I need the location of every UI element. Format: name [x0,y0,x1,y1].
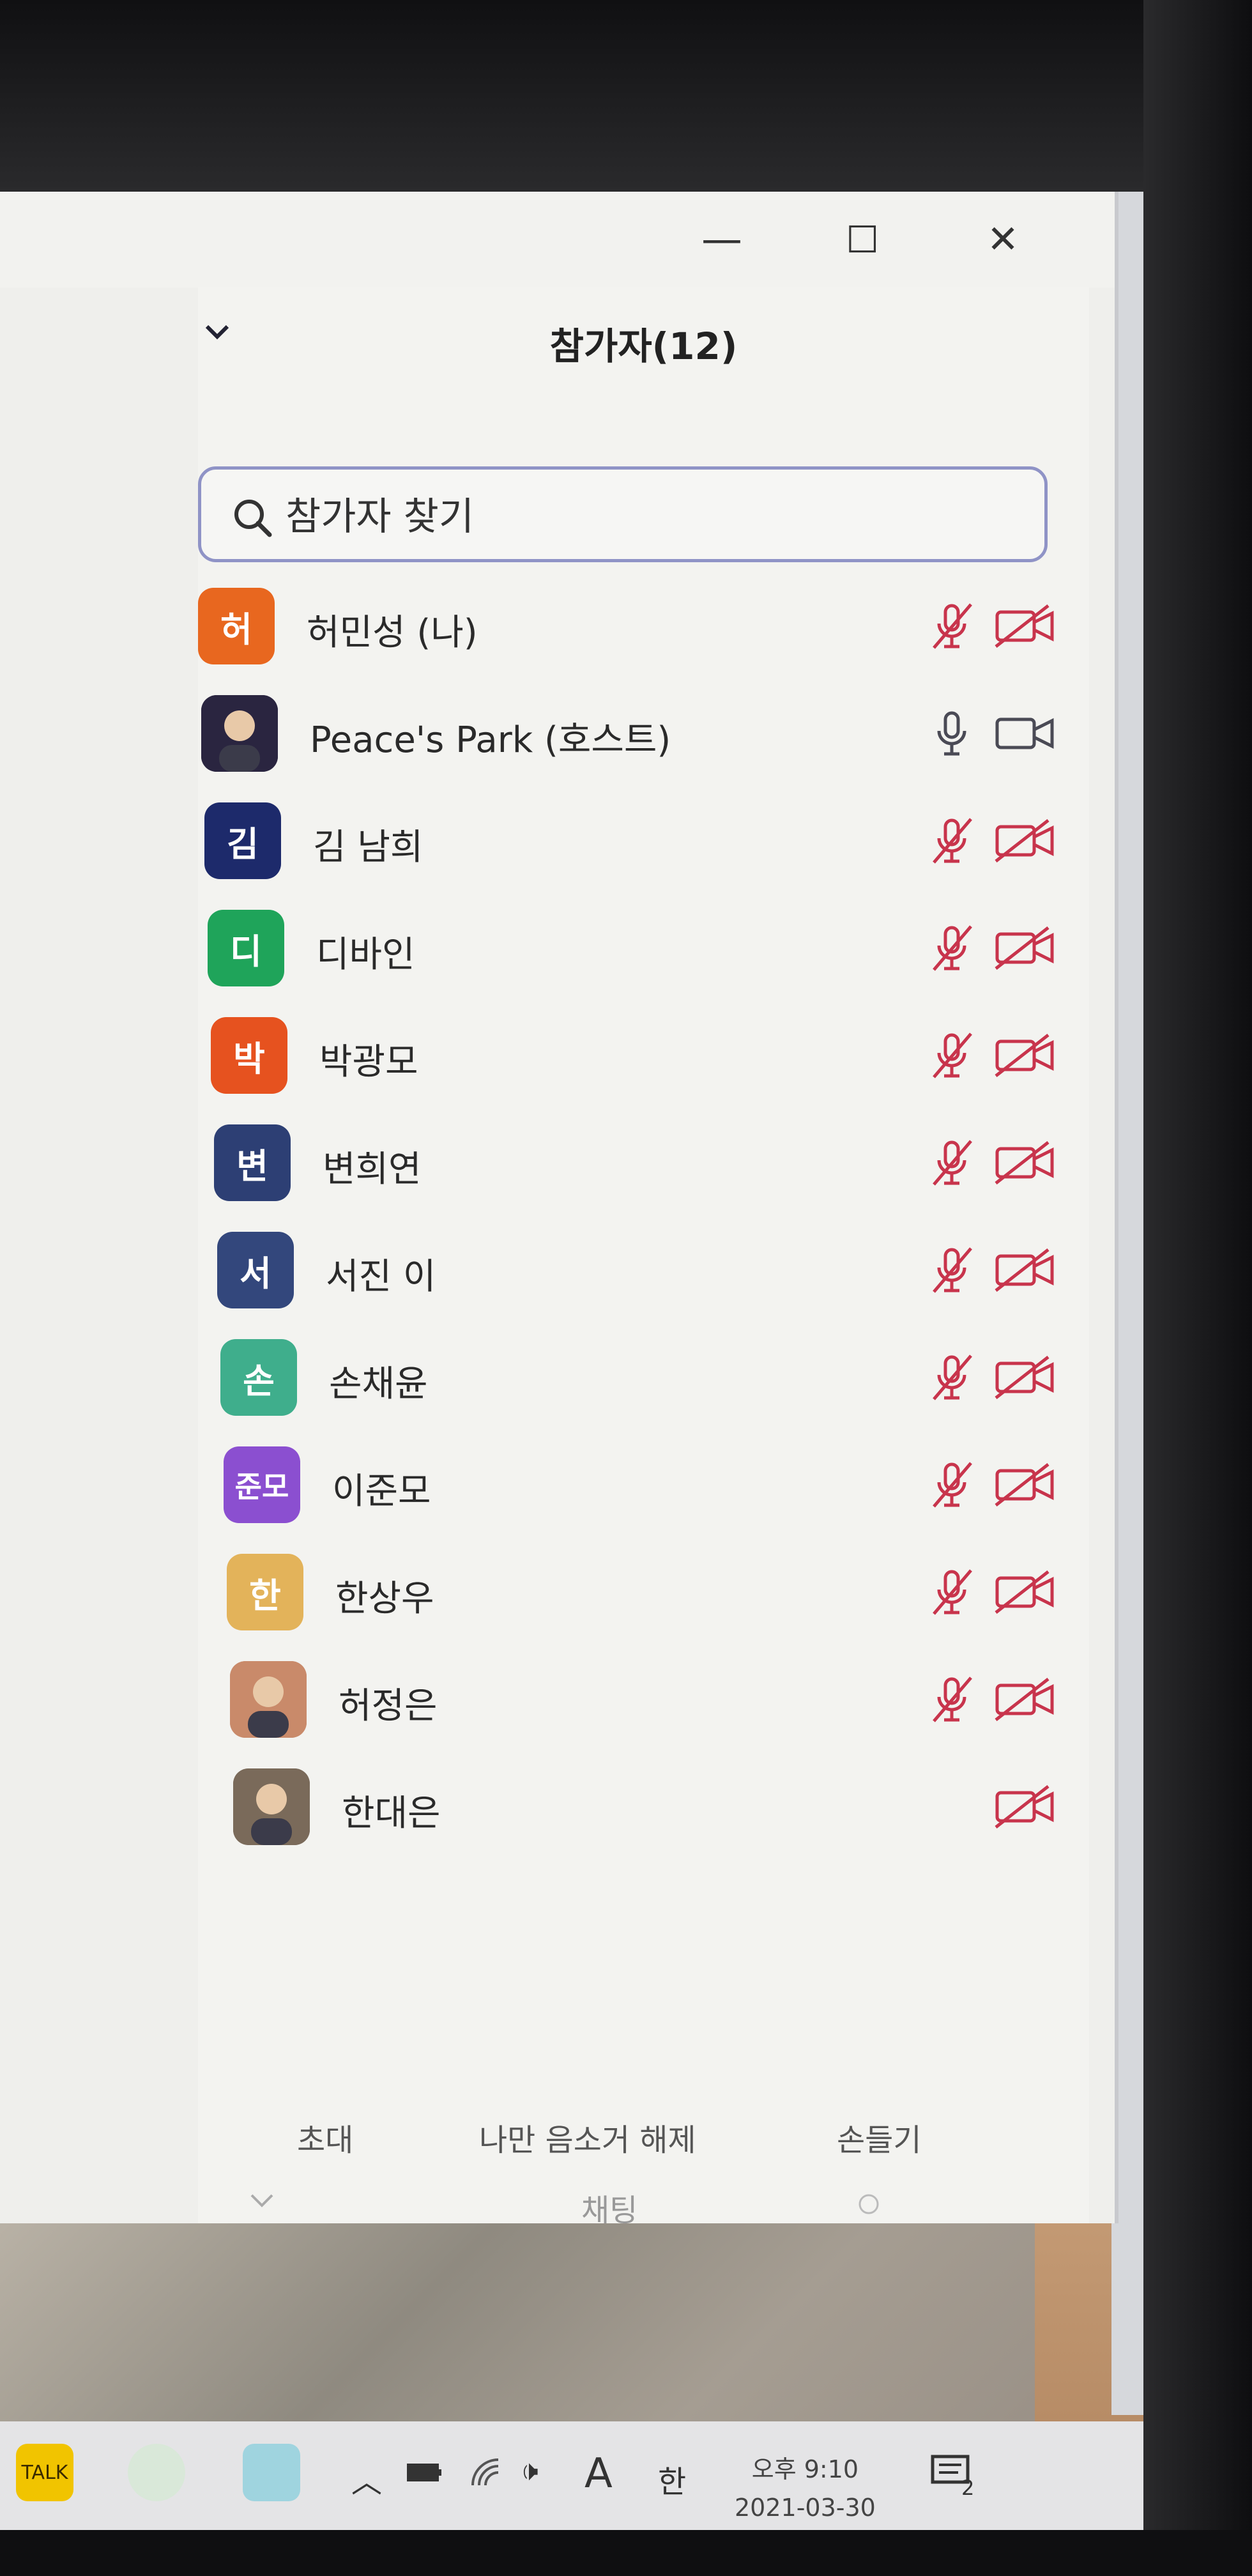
participant-row[interactable]: 허정은 [230,1652,1121,1747]
video-camera-off-icon[interactable] [993,1137,1057,1188]
panel-header: 참가자(12) [198,288,1089,368]
participant-name: 한상우 [335,1578,434,1620]
microphone-muted-icon[interactable] [926,1245,977,1296]
participant-name: 허민성 (나) [307,612,478,654]
participant-row[interactable]: 박 박광모 [211,1008,1102,1103]
battery-icon[interactable] [406,2460,444,2485]
clock[interactable]: 오후 9:10 2021-03-30 [735,2450,876,2527]
avatar [233,1768,310,1845]
avatar: 손 [220,1339,297,1416]
video-camera-off-icon[interactable] [993,1030,1057,1081]
video-camera-off-icon[interactable] [993,1674,1057,1725]
microphone-icon[interactable] [926,708,977,759]
monitor-bezel-right [1143,0,1252,2576]
video-camera-off-icon[interactable] [993,601,1057,652]
microphone-muted-icon[interactable] [926,923,977,974]
wifi-icon[interactable] [470,2457,505,2488]
desktop-wallpaper [0,2217,1054,2421]
video-camera-icon[interactable] [993,708,1057,759]
participant-name: 서진 이 [326,1256,436,1298]
participant-row[interactable]: 김 김 남희 [204,793,1096,889]
avatar [201,695,278,772]
search-box[interactable] [198,466,1048,562]
participant-row[interactable]: 서 서진 이 [217,1222,1108,1318]
more-icon[interactable] [856,2191,882,2217]
participant-name: Peace's Park (호스트) [310,719,671,761]
video-camera-off-icon[interactable] [993,1781,1057,1832]
participant-row[interactable]: 한대은 [233,1759,1124,1855]
minimize-button[interactable]: — [693,216,751,263]
participant-row[interactable]: 허 허민성 (나) [198,578,1089,674]
video-camera-off-icon[interactable] [993,1567,1057,1618]
taskbar: TALK ︿ 🕩 A 한 오후 9:10 2021-03-30 2 [0,2421,1143,2530]
participants-window: — ☐ ✕ 참가자(12) 허 허민성 (나) Peace's Park (호스트)… [0,192,1118,2228]
participant-name: 한대은 [342,1793,441,1834]
ime-language-indicator[interactable]: 한 [658,2457,686,2501]
clock-time: 오후 9:10 [751,2455,859,2483]
avatar: 변 [214,1124,291,1201]
participant-name: 허정은 [339,1685,438,1727]
microphone-muted-icon[interactable] [926,1567,977,1618]
avatar: 박 [211,1017,287,1094]
clock-date: 2021-03-30 [735,2494,876,2522]
search-input[interactable] [284,487,1021,546]
maximize-button[interactable]: ☐ [834,217,891,262]
participant-name: 이준모 [332,1471,431,1512]
participant-row[interactable]: 손 손채윤 [220,1330,1111,1425]
search-icon [234,500,272,537]
monitor-bezel-bottom [0,2530,1252,2576]
microphone-muted-icon[interactable] [926,1459,977,1510]
unmute-me-button[interactable]: 나만 음소거 해제 [479,2115,696,2159]
participant-row[interactable]: 준모 이준모 [224,1437,1115,1533]
avatar [230,1661,307,1738]
microphone-muted-icon[interactable] [926,1352,977,1403]
participants-panel: 참가자(12) 허 허민성 (나) Peace's Park (호스트) 김 김 남희디… [198,288,1092,2228]
participant-name: 박광모 [319,1041,418,1083]
avatar: 준모 [224,1446,300,1523]
app-icon[interactable] [243,2444,300,2501]
avatar: 디 [208,910,284,986]
panel-title: 참가자(12) [549,325,738,368]
chat-bar: 채팅 [198,2185,1089,2228]
participant-row[interactable]: 디 디바인 [208,900,1099,996]
avatar: 김 [204,802,281,879]
volume-icon[interactable]: 🕩 [521,2455,538,2487]
invite-button[interactable]: 초대 [297,2115,353,2159]
monitor-bezel-top [0,0,1252,192]
participant-row[interactable]: Peace's Park (호스트) [201,686,1092,781]
video-camera-off-icon[interactable] [993,1352,1057,1403]
title-bar: — ☐ ✕ [0,192,1115,288]
kakaotalk-icon[interactable]: TALK [16,2444,73,2501]
panel-footer: 초대 나만 음소거 해제 손들기 [198,2108,1089,2172]
notification-icon[interactable]: 2 [929,2453,975,2500]
avatar: 한 [227,1554,303,1630]
video-camera-off-icon[interactable] [993,1459,1057,1510]
microphone-muted-icon[interactable] [926,815,977,866]
participant-row[interactable]: 한 한상우 [227,1544,1118,1640]
chat-button[interactable]: 채팅 [581,2185,637,2230]
video-camera-off-icon[interactable] [993,1245,1057,1296]
microphone-muted-icon[interactable] [926,1137,977,1188]
close-button[interactable]: ✕ [974,217,1032,262]
notification-count: 2 [961,2476,975,2500]
avatar: 허 [198,588,275,664]
microphone-muted-icon[interactable] [926,601,977,652]
microphone-muted-icon[interactable] [926,1030,977,1081]
app-icon[interactable] [128,2444,185,2501]
chevron-down-icon[interactable] [249,2191,275,2211]
avatar: 서 [217,1232,294,1308]
participant-name: 김 남희 [313,827,424,868]
chevron-up-icon[interactable]: ︿ [351,2457,382,2501]
kakaotalk-label: TALK [21,2461,68,2484]
microphone-muted-icon[interactable] [926,1674,977,1725]
participant-name: 손채윤 [329,1363,428,1405]
video-camera-off-icon[interactable] [993,923,1057,974]
participant-name: 변희연 [323,1149,422,1190]
participant-row[interactable]: 변 변희연 [214,1115,1105,1211]
raise-hand-button[interactable]: 손들기 [837,2115,921,2159]
participant-name: 디바인 [316,934,415,976]
ime-mode-indicator[interactable]: A [584,2450,613,2497]
video-camera-off-icon[interactable] [993,815,1057,866]
